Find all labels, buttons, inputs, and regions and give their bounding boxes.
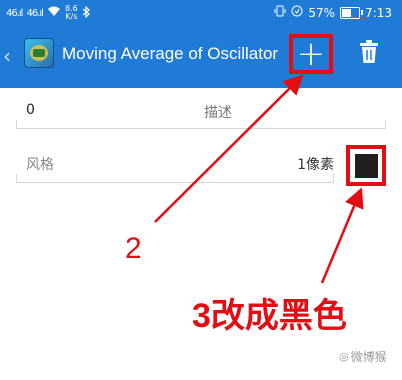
annotation-step-3: 3改成黑色 xyxy=(192,297,347,335)
arrow-to-add-button xyxy=(154,74,304,223)
arrow-to-color-picker xyxy=(320,187,364,284)
annotation-step-2: 2 xyxy=(125,232,142,265)
watermark-text: 微博猴 xyxy=(350,350,387,364)
watermark: ◎ 微博猴 xyxy=(339,348,387,365)
wechat-icon: ◎ xyxy=(339,350,349,363)
